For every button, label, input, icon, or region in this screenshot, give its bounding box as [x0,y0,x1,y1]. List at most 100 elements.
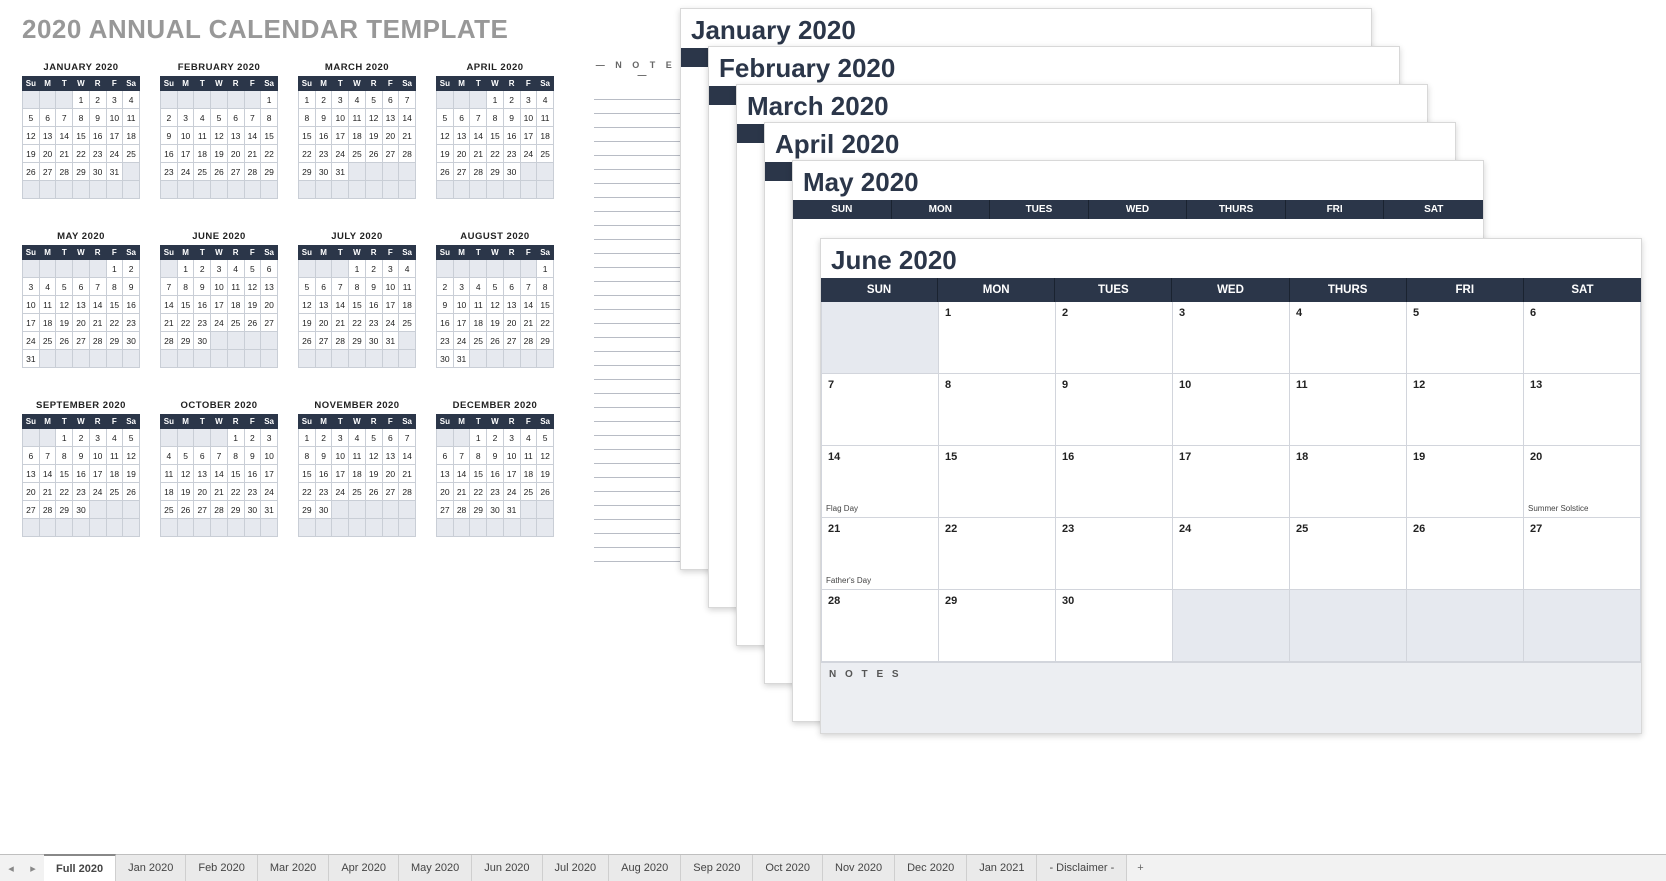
day-cell[interactable]: 15 [939,446,1056,518]
mini-day-header: Sa [123,77,140,91]
day-cell[interactable] [1173,590,1290,662]
day-cell[interactable]: 20Summer Solstice [1524,446,1641,518]
month-page-title: May 2020 [793,161,1483,200]
day-cell[interactable]: 27 [1524,518,1641,590]
mini-day-cell: 5 [244,260,261,278]
day-cell[interactable]: 11 [1290,374,1407,446]
mini-day-cell: 1 [487,91,504,109]
sheet-tab[interactable]: Dec 2020 [895,855,967,881]
day-cell[interactable]: 25 [1290,518,1407,590]
day-cell[interactable]: 4 [1290,302,1407,374]
sheet-tab[interactable]: Nov 2020 [823,855,895,881]
mini-day-header: R [227,77,244,91]
tab-nav-left[interactable]: ◂ [0,855,22,881]
day-cell[interactable]: 19 [1407,446,1524,518]
mini-day-cell: 31 [453,350,470,368]
mini-day-cell [520,163,537,181]
mini-day-cell: 14 [332,296,349,314]
day-cell[interactable]: 14Flag Day [822,446,939,518]
mini-day-cell: 10 [23,296,40,314]
day-cell[interactable]: 1 [939,302,1056,374]
sheet-tab[interactable]: Jul 2020 [543,855,610,881]
mini-day-header: W [73,246,90,260]
mini-day-cell: 6 [39,109,56,127]
mini-day-header: W [211,415,228,429]
day-cell[interactable]: 30 [1056,590,1173,662]
day-number: 7 [822,374,938,391]
sheet-tab[interactable]: Apr 2020 [329,855,399,881]
mini-day-cell: 21 [399,465,416,483]
mini-day-header: T [470,77,487,91]
day-cell[interactable]: 23 [1056,518,1173,590]
day-cell[interactable]: 28 [822,590,939,662]
mini-day-cell [453,91,470,109]
day-cell[interactable]: 7 [822,374,939,446]
mini-day-cell: 21 [161,314,178,332]
day-cell[interactable]: 9 [1056,374,1173,446]
mini-day-cell [399,332,416,350]
day-cell[interactable]: 21Father's Day [822,518,939,590]
day-cell[interactable] [1407,590,1524,662]
day-cell[interactable]: 29 [939,590,1056,662]
sheet-tab[interactable]: Jan 2020 [116,855,186,881]
mini-day-cell: 2 [487,429,504,447]
day-cell[interactable]: 3 [1173,302,1290,374]
day-cell[interactable]: 2 [1056,302,1173,374]
mini-day-cell: 29 [537,332,554,350]
mini-day-cell: 23 [244,483,261,501]
day-cell[interactable]: 18 [1290,446,1407,518]
notes-line [594,128,694,142]
sheet-tab[interactable]: Full 2020 [44,854,116,881]
mini-day-cell: 13 [453,127,470,145]
mini-day-header: Sa [123,246,140,260]
mini-day-header: W [487,415,504,429]
sheet-tab[interactable]: Aug 2020 [609,855,681,881]
sheet-tab[interactable]: Jun 2020 [472,855,542,881]
mini-day-cell: 10 [453,296,470,314]
day-cell[interactable]: 8 [939,374,1056,446]
mini-day-cell: 12 [365,109,382,127]
day-cell[interactable] [822,302,939,374]
month-notes-area[interactable]: N O T E S [821,662,1641,733]
day-cell[interactable]: 22 [939,518,1056,590]
sheet-tab[interactable]: - Disclaimer - [1037,855,1127,881]
day-cell[interactable]: 24 [1173,518,1290,590]
mini-calendar: SEPTEMBER 2020SuMTWRFSa12345678910111213… [22,398,140,537]
mini-day-cell: 6 [23,447,40,465]
mini-day-cell: 29 [227,501,244,519]
day-cell[interactable] [1524,590,1641,662]
sheet-tab[interactable]: Sep 2020 [681,855,753,881]
sheet-tab[interactable]: Feb 2020 [186,855,257,881]
mini-calendar: MARCH 2020SuMTWRFSa123456789101112131415… [298,60,416,199]
sheet-tab[interactable]: Oct 2020 [753,855,823,881]
day-cell[interactable]: 6 [1524,302,1641,374]
day-cell[interactable]: 12 [1407,374,1524,446]
day-cell[interactable]: 10 [1173,374,1290,446]
day-cell[interactable]: 17 [1173,446,1290,518]
mini-day-cell [73,181,90,199]
day-cell[interactable]: 13 [1524,374,1641,446]
mini-day-cell: 5 [537,429,554,447]
sheet-tab[interactable]: Jan 2021 [967,855,1037,881]
weekday-header: FRI [1407,278,1524,302]
mini-day-header: Su [161,77,178,91]
mini-day-cell: 13 [39,127,56,145]
mini-day-cell: 21 [470,145,487,163]
day-cell[interactable]: 26 [1407,518,1524,590]
mini-day-cell: 15 [177,296,194,314]
mini-day-cell: 11 [470,296,487,314]
mini-day-cell: 28 [453,501,470,519]
notes-line [594,520,694,534]
day-cell[interactable]: 16 [1056,446,1173,518]
add-sheet-button[interactable]: + [1127,855,1153,881]
mini-day-cell: 1 [537,260,554,278]
sheet-tab[interactable]: Mar 2020 [258,855,329,881]
day-cell[interactable]: 5 [1407,302,1524,374]
mini-day-cell: 1 [73,91,90,109]
mini-day-cell: 3 [177,109,194,127]
day-cell[interactable] [1290,590,1407,662]
sheet-tab[interactable]: May 2020 [399,855,472,881]
notes-line [594,352,694,366]
tab-nav-right[interactable]: ▸ [22,855,44,881]
mini-day-cell: 26 [437,163,454,181]
